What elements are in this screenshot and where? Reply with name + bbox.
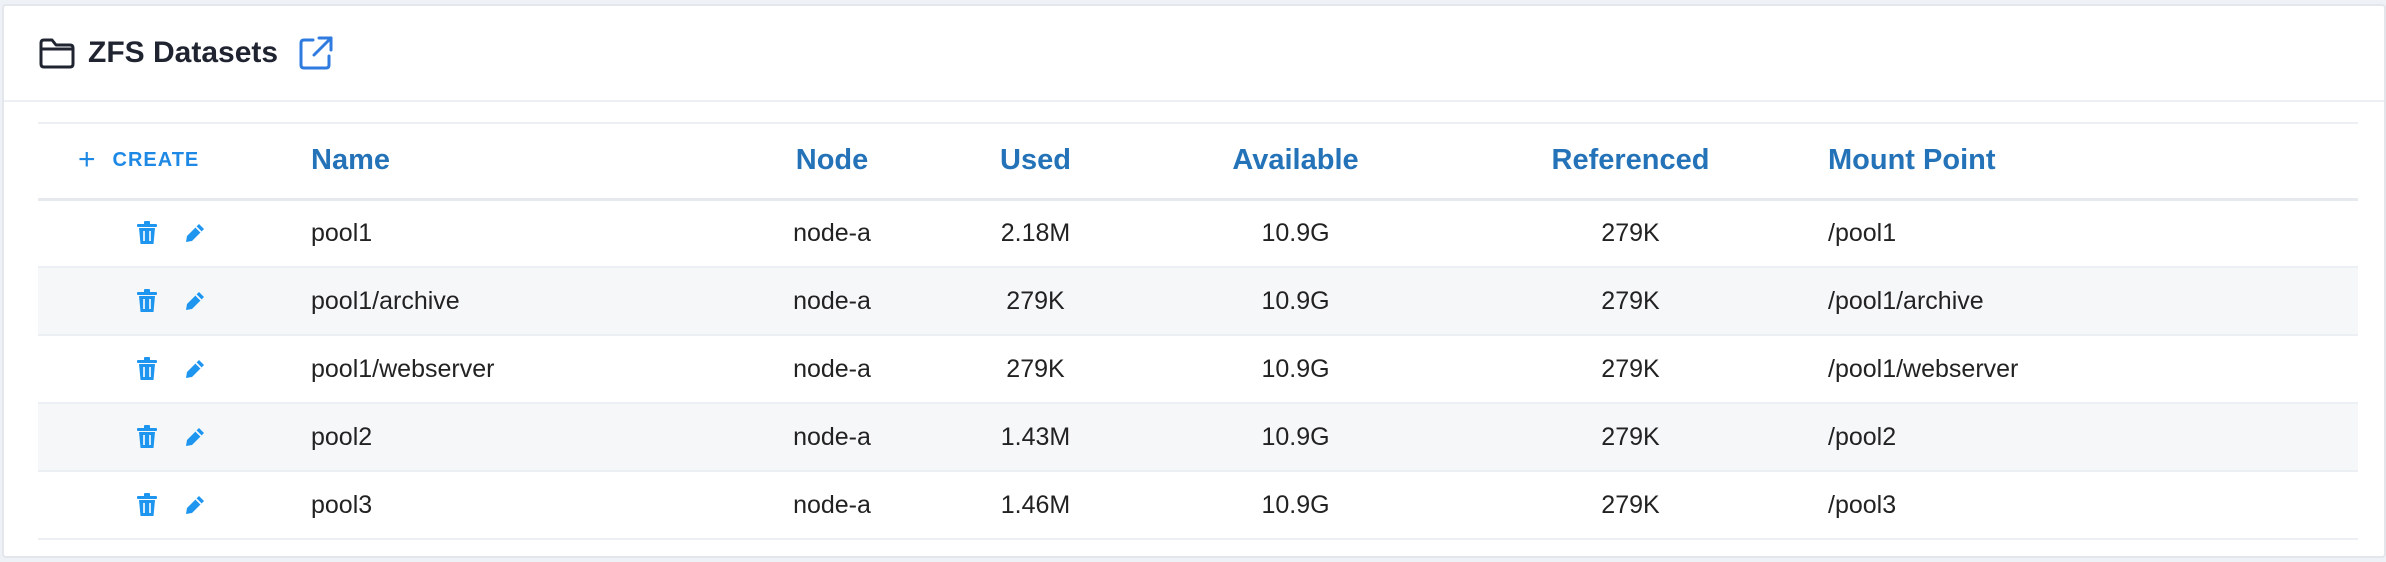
row-actions (38, 267, 311, 335)
column-header-mount-point[interactable]: Mount Point (1828, 123, 2358, 199)
cell-available: 10.9G (1261, 422, 1330, 451)
cell-node: node-a (793, 422, 871, 451)
pencil-icon[interactable] (182, 288, 208, 314)
table-row[interactable]: pool1/archive node-a 279K 10.9G 279K/pool1/a… (38, 267, 2358, 335)
column-header-used[interactable]: Used (913, 123, 1158, 199)
external-link-icon[interactable] (298, 34, 336, 72)
cell-node: node-a (793, 354, 871, 383)
trash-icon[interactable] (134, 220, 160, 246)
cell-used: 279K (1006, 286, 1065, 315)
cell-available: 10.9G (1261, 286, 1330, 315)
row-actions (38, 471, 311, 539)
cell-mount-point: /pool2 (1828, 422, 1897, 451)
cell-used: 279K (1006, 354, 1065, 383)
card-header: ZFS Datasets (4, 6, 2384, 102)
table-row[interactable]: pool1 node-a 2.18M 10.9G 279K/pool1 (38, 199, 2358, 267)
trash-icon[interactable] (134, 288, 160, 314)
pencil-icon[interactable] (182, 220, 208, 246)
actions-column-header: + CREATE (38, 123, 311, 199)
trash-icon[interactable] (134, 424, 160, 450)
table-row[interactable]: pool2 node-a 1.43M 10.9G 279K/pool2 (38, 403, 2358, 471)
folder-icon (38, 36, 78, 70)
trash-icon[interactable] (134, 356, 160, 382)
table-row[interactable]: pool3 node-a 1.46M 10.9G 279K/pool3 (38, 471, 2358, 539)
cell-available: 10.9G (1261, 490, 1330, 519)
cell-node: node-a (793, 218, 871, 247)
column-header-available[interactable]: Available (1158, 123, 1433, 199)
create-button-label: CREATE (112, 148, 200, 171)
cell-mount-point: /pool1 (1828, 218, 1897, 247)
cell-name: pool3 (311, 490, 373, 519)
table-header-row: + CREATE Name Node Used Available Refere… (38, 123, 2358, 199)
cell-mount-point: /pool3 (1828, 490, 1897, 519)
create-button[interactable]: + CREATE (78, 145, 199, 175)
cell-node: node-a (793, 286, 871, 315)
cell-mount-point: /pool1/archive (1828, 286, 1984, 315)
row-actions (38, 199, 311, 267)
page-title: ZFS Datasets (88, 36, 279, 69)
cell-referenced: 279K (1601, 286, 1660, 315)
column-header-referenced[interactable]: Referenced (1433, 123, 1828, 199)
cell-referenced: 279K (1601, 218, 1660, 247)
plus-icon: + (78, 143, 97, 177)
zfs-datasets-card: ZFS Datasets + CREATE Name Node Used Ava… (2, 4, 2386, 558)
cell-name: pool1/archive (311, 286, 460, 315)
pencil-icon[interactable] (182, 356, 208, 382)
cell-referenced: 279K (1601, 490, 1660, 519)
datasets-table-wrapper: + CREATE Name Node Used Available Refere… (38, 122, 2358, 540)
pencil-icon[interactable] (182, 492, 208, 518)
cell-name: pool1/webserver (311, 354, 495, 383)
column-header-name[interactable]: Name (311, 123, 751, 199)
cell-used: 1.43M (1000, 422, 1071, 451)
cell-mount-point: /pool1/webserver (1828, 354, 2019, 383)
cell-referenced: 279K (1601, 354, 1660, 383)
row-actions (38, 403, 311, 471)
row-actions (38, 335, 311, 403)
cell-name: pool2 (311, 422, 373, 451)
cell-used: 2.18M (1000, 218, 1071, 247)
cell-used: 1.46M (1000, 490, 1071, 519)
cell-node: node-a (793, 490, 871, 519)
cell-available: 10.9G (1261, 218, 1330, 247)
datasets-table: + CREATE Name Node Used Available Refere… (38, 122, 2358, 540)
pencil-icon[interactable] (182, 424, 208, 450)
table-row[interactable]: pool1/webserver node-a 279K 10.9G 279K/pool1… (38, 335, 2358, 403)
trash-icon[interactable] (134, 492, 160, 518)
column-header-node[interactable]: Node (751, 123, 913, 199)
cell-available: 10.9G (1261, 354, 1330, 383)
cell-referenced: 279K (1601, 422, 1660, 451)
cell-name: pool1 (311, 218, 373, 247)
